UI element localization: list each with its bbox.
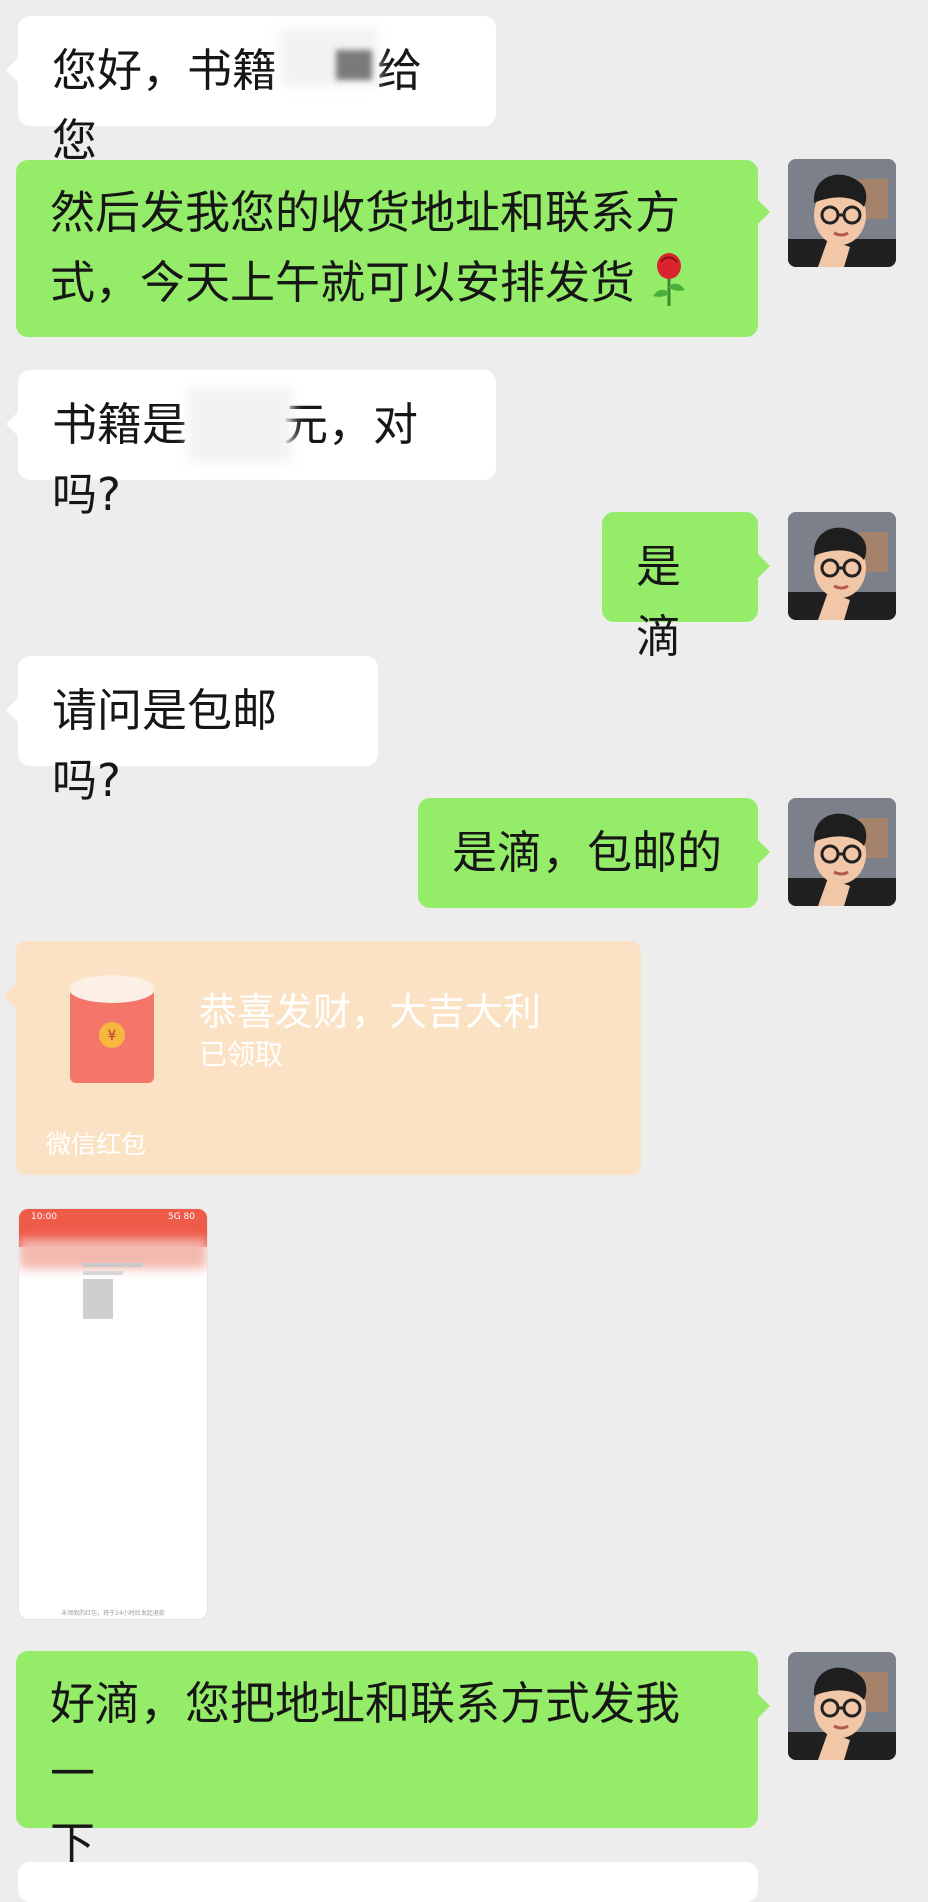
user-avatar-icon[interactable]: [788, 512, 896, 620]
bubble-tail: [6, 412, 18, 436]
message-bubble-outgoing[interactable]: 好滴，您把地址和联系方式发我一 下: [16, 1651, 758, 1870]
bubble-tail: [4, 984, 16, 1008]
message-text: 是滴，包邮的: [452, 826, 723, 879]
user-avatar-icon[interactable]: [788, 798, 896, 906]
message-bubble-incoming[interactable]: 请问是包邮吗?: [18, 656, 378, 807]
red-envelope-icon: ¥: [69, 975, 155, 1083]
redaction-blur: [188, 388, 292, 462]
bubble-tail: [758, 554, 770, 578]
thumbnail-status: 5G 80: [167, 1212, 195, 1222]
bubble-tail: [758, 200, 770, 224]
thumbnail-footer: 未领取的红包，将于24小时后发起退款: [61, 1610, 165, 1617]
user-avatar-icon[interactable]: [788, 159, 896, 267]
redaction-block: [336, 50, 372, 80]
red-packet-status: 已领取: [199, 1038, 284, 1071]
bubble-tail: [758, 840, 770, 864]
thumbnail-block: [83, 1279, 113, 1319]
bubble-tail: [758, 1694, 770, 1718]
message-text-line2: 式，今天上午就可以安排发货: [50, 256, 636, 309]
image-message-thumbnail[interactable]: 10:00 5G 80 未领取的红包，将于24小时后发起退款: [18, 1208, 208, 1620]
bubble-tail: [6, 698, 18, 722]
thumbnail-line: [83, 1263, 143, 1267]
bubble-tail: [6, 58, 18, 82]
red-packet-footer: 微信红包: [46, 1130, 147, 1159]
message-bubble-incoming[interactable]: 您好，书籍 给您: [18, 16, 496, 167]
message-text: 请问是包邮吗?: [52, 684, 278, 807]
message-bubble-incoming[interactable]: [18, 1862, 758, 1902]
user-avatar-icon[interactable]: [788, 1652, 896, 1760]
message-bubble-outgoing[interactable]: 是滴: [602, 512, 758, 663]
thumbnail-line: [83, 1271, 123, 1275]
rose-icon: [653, 253, 686, 306]
message-text-line1: 然后发我您的收货地址和联系方: [50, 186, 681, 239]
message-text: 您好，书籍: [52, 44, 278, 97]
message-text-line1: 好滴，您把地址和联系方式发我一: [50, 1677, 681, 1800]
message-bubble-outgoing[interactable]: 是滴，包邮的: [418, 798, 758, 908]
message-text: 书籍是: [52, 398, 188, 451]
red-packet-card[interactable]: ¥ 恭喜发财，大吉大利 已领取 微信红包: [16, 941, 641, 1175]
red-packet-title: 恭喜发财，大吉大利: [199, 990, 542, 1034]
svg-text:¥: ¥: [108, 1028, 117, 1044]
thumbnail-time: 10:00: [31, 1212, 57, 1222]
message-text: 是滴: [636, 540, 682, 663]
message-bubble-outgoing[interactable]: 然后发我您的收货地址和联系方 式，今天上午就可以安排发货: [16, 160, 758, 337]
